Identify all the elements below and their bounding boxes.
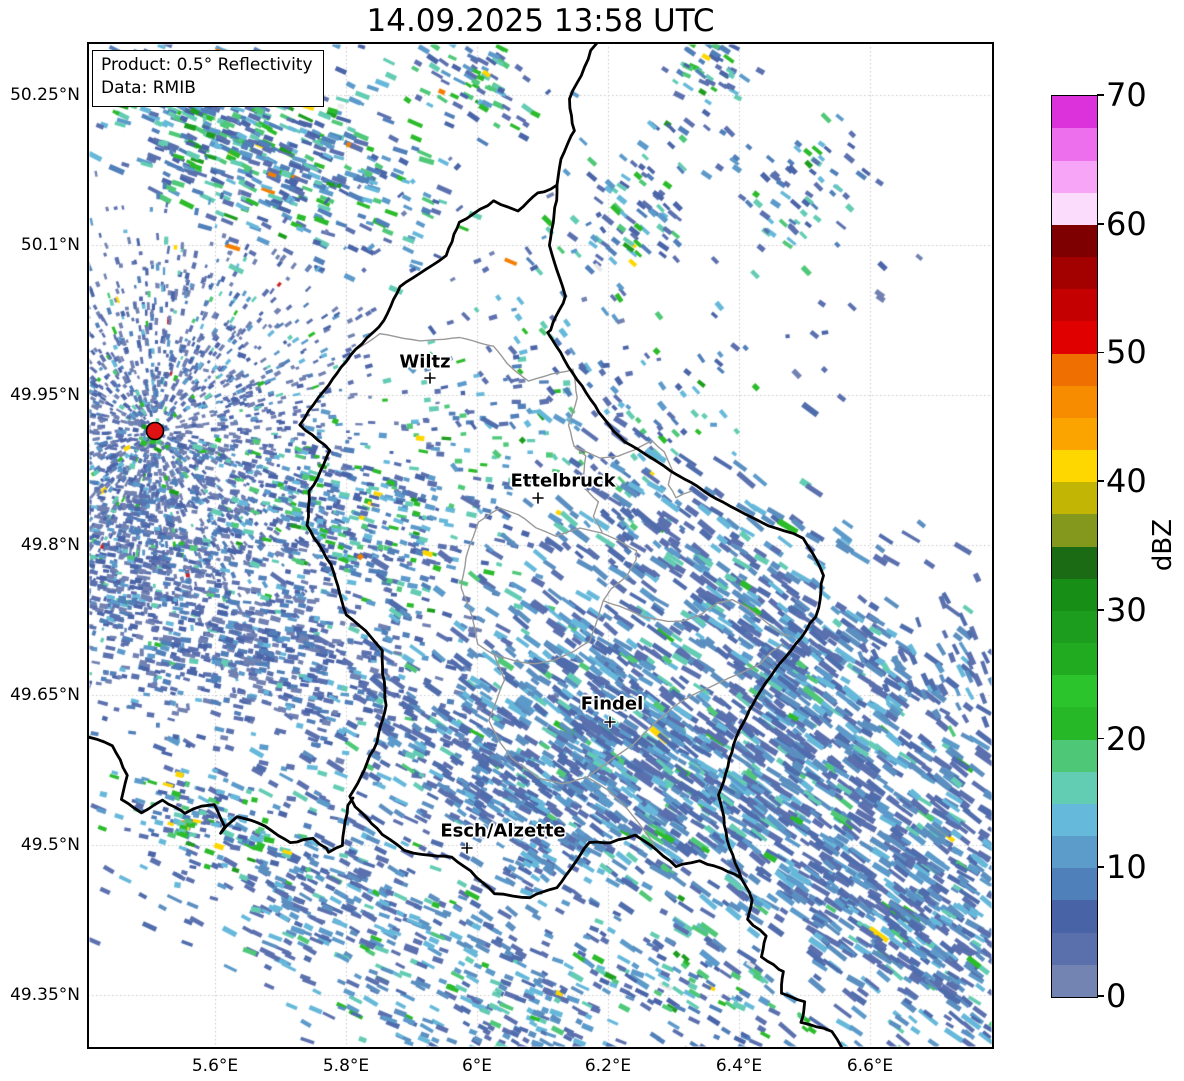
colorbar-segment <box>1052 385 1097 418</box>
colorbar-segment <box>1052 739 1097 772</box>
colorbar-segment <box>1052 128 1097 161</box>
colorbar-tick-label: 30 <box>1106 590 1147 629</box>
country-border <box>298 183 825 900</box>
colorbar-segment <box>1052 224 1097 258</box>
lon-tick-label: 5.6°E <box>191 1056 239 1076</box>
colorbar-segment <box>1052 932 1097 965</box>
radar-site-dot <box>145 421 165 441</box>
city-marker-plus-icon <box>461 842 473 854</box>
lat-tick-label: 50.25°N <box>10 85 80 105</box>
city-marker-plus-icon <box>532 492 544 504</box>
city-label: Wiltz <box>399 351 451 373</box>
lat-tick-label: 49.5°N <box>20 835 80 855</box>
lat-tick-label: 49.95°N <box>10 385 80 405</box>
country-border <box>555 44 598 187</box>
regional-border <box>460 507 638 665</box>
colorbar-segment <box>1052 964 1097 997</box>
regional-border <box>488 653 656 849</box>
colorbar-segment <box>1052 707 1097 740</box>
colorbar-segment <box>1052 514 1097 547</box>
colorbar-tick <box>1097 866 1104 869</box>
lon-tick-label: 6°E <box>461 1056 493 1076</box>
colorbar-segment <box>1052 610 1097 644</box>
colorbar-segment <box>1052 289 1097 322</box>
colorbar-tick <box>1097 222 1104 225</box>
colorbar-tick-label: 50 <box>1106 333 1147 372</box>
colorbar-segment <box>1052 675 1097 708</box>
colorbar-tick-label: 40 <box>1106 462 1147 501</box>
lon-tick-label: 6.4°E <box>715 1056 763 1076</box>
city-label: Esch/Alzette <box>440 820 566 842</box>
colorbar-segment <box>1052 192 1097 225</box>
colorbar-segment <box>1052 900 1097 933</box>
lon-tick-label: 6.2°E <box>584 1056 632 1076</box>
colorbar <box>1051 95 1098 998</box>
colorbar-segment <box>1052 160 1097 193</box>
colorbar-segment <box>1052 836 1097 869</box>
colorbar-tick <box>1097 737 1104 740</box>
data-source-line: Data: RMIB <box>101 78 196 99</box>
colorbar-segment <box>1052 353 1097 386</box>
colorbar-segment <box>1052 257 1097 290</box>
colorbar-segment <box>1052 417 1097 451</box>
lat-tick-label: 49.35°N <box>10 985 80 1005</box>
colorbar-segment <box>1052 643 1097 676</box>
city-label: Findel <box>580 693 644 715</box>
lat-tick-label: 49.65°N <box>10 685 80 705</box>
colorbar-segment <box>1052 96 1097 129</box>
city-marker-plus-icon <box>424 372 436 384</box>
product-line: Product: 0.5° Reflectivity <box>101 55 313 75</box>
colorbar-title: dBZ <box>1148 518 1178 572</box>
city-marker-plus-icon <box>604 716 616 728</box>
colorbar-tick-label: 60 <box>1106 204 1147 243</box>
radar-figure: 14.09.2025 13:58 UTC Product: 0.5° Refle… <box>0 0 1184 1081</box>
lon-tick-label: 5.8°E <box>322 1056 370 1076</box>
lon-tick-label: 6.6°E <box>846 1056 894 1076</box>
regional-border <box>603 598 791 637</box>
colorbar-tick-label: 10 <box>1106 848 1147 887</box>
colorbar-segment <box>1052 578 1097 611</box>
country-border <box>739 876 844 1047</box>
colorbar-segment <box>1052 771 1097 804</box>
colorbar-segment <box>1052 868 1097 901</box>
colorbar-tick <box>1097 480 1104 482</box>
city-label: Ettelbruck <box>510 470 616 492</box>
regional-border <box>351 333 603 533</box>
colorbar-segment <box>1052 803 1097 837</box>
lat-tick-label: 50.1°N <box>20 235 80 255</box>
colorbar-tick-label: 0 <box>1106 977 1127 1015</box>
colorbar-tick-label: 20 <box>1106 719 1147 758</box>
colorbar-tick <box>1097 995 1104 997</box>
lat-tick-label: 49.8°N <box>20 535 80 555</box>
colorbar-tick <box>1097 94 1104 96</box>
colorbar-tick-label: 70 <box>1106 76 1147 114</box>
colorbar-tick <box>1097 351 1104 354</box>
colorbar-segment <box>1052 450 1097 483</box>
colorbar-segment <box>1052 482 1097 515</box>
colorbar-tick <box>1097 609 1104 611</box>
map-overlay <box>87 42 994 1049</box>
colorbar-segment <box>1052 321 1097 354</box>
colorbar-segment <box>1052 546 1097 579</box>
country-border <box>89 735 355 854</box>
product-info-box: Product: 0.5° Reflectivity Data: RMIB <box>92 50 324 107</box>
